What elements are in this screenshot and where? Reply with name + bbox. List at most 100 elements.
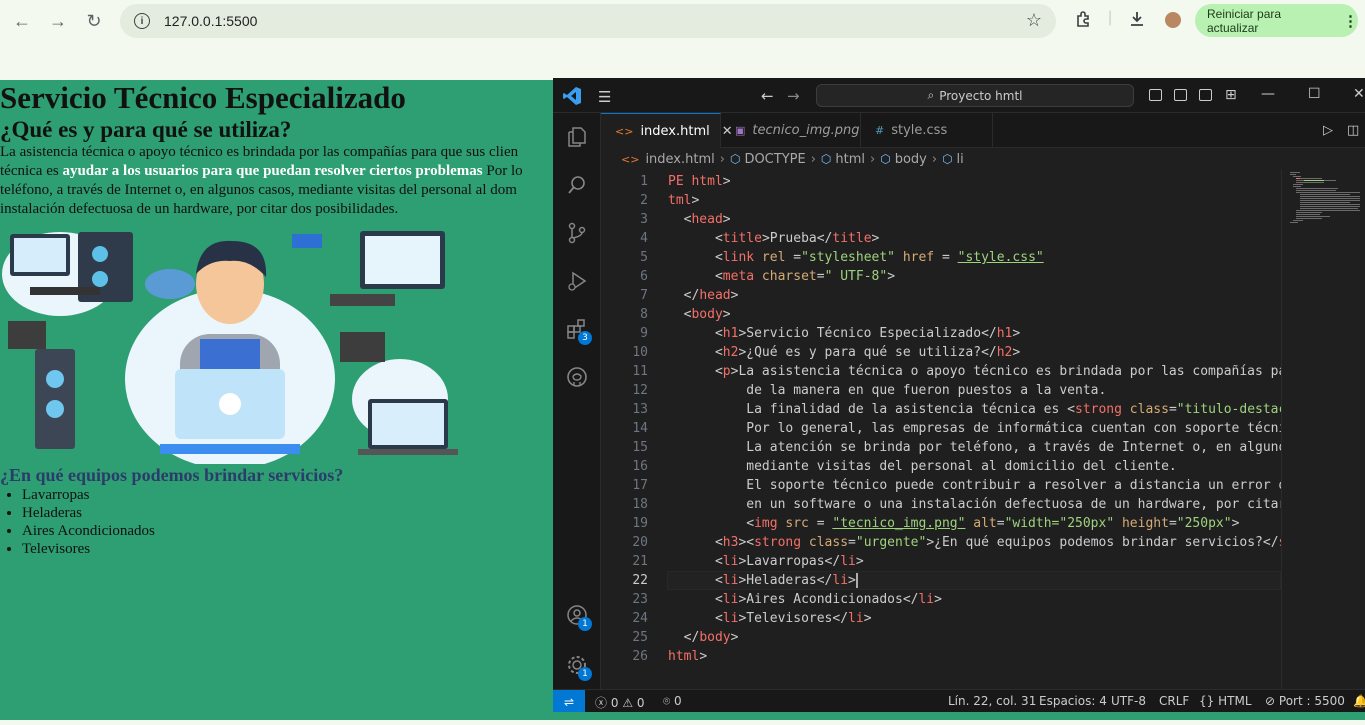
code-line[interactable]: 10 <h2>¿Qué es y para qué se utiliza?</h… xyxy=(601,343,1281,362)
run-debug-icon[interactable] xyxy=(565,269,589,293)
run-file-icon[interactable]: ▷ xyxy=(1323,123,1333,138)
code-token: < xyxy=(668,592,723,607)
code-line[interactable]: 17 El soporte técnico puede contribuir a… xyxy=(601,476,1281,495)
github-icon[interactable] xyxy=(565,365,589,389)
site-info-icon[interactable]: i xyxy=(134,13,150,29)
split-editor-icon[interactable]: ◫ xyxy=(1347,123,1359,138)
code-token: head xyxy=(691,212,723,227)
source-control-icon[interactable] xyxy=(565,221,589,245)
code-line[interactable]: 3 <head> xyxy=(601,210,1281,229)
code-line[interactable]: 12 de la manera en que fueron puestos a … xyxy=(601,381,1281,400)
command-center-search[interactable]: ⌕ Proyecto hmtl xyxy=(816,84,1134,107)
customize-layout-icon[interactable]: ⊞ xyxy=(1225,87,1237,103)
ports-count: 0 xyxy=(674,694,682,708)
menu-hamburger-icon[interactable]: ☰ xyxy=(598,88,611,106)
code-line[interactable]: 16 mediante visitas del personal al domi… xyxy=(601,457,1281,476)
code-line[interactable]: 22 <li>Heladeras</li> xyxy=(601,571,1281,590)
toggle-primary-sidebar-icon[interactable] xyxy=(1149,89,1162,101)
code-line[interactable]: 9 <h1>Servicio Técnico Especializado</h1… xyxy=(601,324,1281,343)
problems-indicator[interactable]: ⓧ 0 ⚠ 0 xyxy=(595,694,645,711)
minimap[interactable] xyxy=(1281,170,1365,689)
line-number: 16 xyxy=(632,459,648,474)
code-line[interactable]: 13 La finalidad de la asistencia técnica… xyxy=(601,400,1281,419)
settings-gear-icon[interactable]: 1 xyxy=(565,653,592,681)
cursor-position[interactable]: Lín. 22, col. 31 xyxy=(948,694,1036,708)
restart-to-update-button[interactable]: Reiniciar para actualizar ⋮ xyxy=(1195,4,1358,37)
forward-arrow-icon[interactable]: → xyxy=(45,8,71,34)
code-token: charset xyxy=(754,269,817,284)
code-line[interactable]: 2 tml> xyxy=(601,191,1281,210)
indentation[interactable]: Espacios: 4 xyxy=(1039,694,1107,708)
close-window-icon[interactable]: ✕ xyxy=(1353,86,1365,102)
remote-indicator-icon[interactable]: ⇌ xyxy=(553,690,585,712)
profile-avatar[interactable] xyxy=(1163,10,1183,30)
breadcrumb-item[interactable]: index.html xyxy=(645,152,714,167)
back-arrow-icon[interactable]: ← xyxy=(9,8,35,34)
line-ending[interactable]: CRLF xyxy=(1159,694,1189,708)
tab-style-css[interactable]: # style.css xyxy=(861,113,993,148)
code-token: = xyxy=(785,250,802,265)
accounts-icon[interactable]: 1 xyxy=(565,603,592,631)
search-icon[interactable] xyxy=(565,173,589,197)
code-token: >< xyxy=(738,535,755,550)
breadcrumb-item[interactable]: li xyxy=(957,152,964,167)
code-line[interactable]: 18 en un software o una instalación defe… xyxy=(601,495,1281,514)
bookmark-star-icon[interactable]: ☆ xyxy=(1026,10,1042,31)
braces-icon: {} xyxy=(1199,694,1215,708)
code-text: <li>Lavarropas</li> xyxy=(668,552,864,571)
code-line[interactable]: 20 <h3><strong class="urgente">¿En qué e… xyxy=(601,533,1281,552)
breadcrumb-item[interactable]: DOCTYPE xyxy=(744,152,805,167)
live-server-port[interactable]: ⊘ Port : 5500 xyxy=(1265,694,1345,708)
code-token: li xyxy=(840,554,856,569)
encoding[interactable]: UTF-8 xyxy=(1111,694,1146,708)
code-token: = xyxy=(996,516,1005,531)
address-bar[interactable]: i 127.0.0.1:5500 ☆ xyxy=(120,4,1056,38)
nav-back-icon[interactable]: ← xyxy=(761,87,774,105)
code-text: El soporte técnico puede contribuir a re… xyxy=(668,476,1281,495)
breadcrumb-item[interactable]: html xyxy=(835,152,865,167)
code-line[interactable]: 14 Por lo general, las empresas de infor… xyxy=(601,419,1281,438)
notifications-bell-icon[interactable]: 🔔 xyxy=(1353,694,1365,708)
code-editor[interactable]: 1 PE html> 2 tml> 3 <head> 4 <title>Prueba</t… xyxy=(601,170,1281,689)
more-vert-icon[interactable]: ⋮ xyxy=(1343,12,1358,30)
search-icon: ⌕ xyxy=(927,88,935,102)
extensions-puzzle-icon[interactable] xyxy=(1075,10,1093,33)
toggle-secondary-sidebar-icon[interactable] xyxy=(1199,89,1212,101)
code-line[interactable]: 5 <link rel ="stylesheet" href = "style.… xyxy=(601,248,1281,267)
code-text: <h3><strong class="urgente">¿En qué equi… xyxy=(668,533,1281,552)
maximize-icon[interactable]: ☐ xyxy=(1308,86,1321,102)
explorer-icon[interactable] xyxy=(565,125,589,149)
code-line[interactable]: 6 <meta charset=" UTF-8"> xyxy=(601,267,1281,286)
minimize-icon[interactable]: — xyxy=(1261,86,1275,102)
code-line[interactable]: 15 La atención se brinda por teléfono, a… xyxy=(601,438,1281,457)
reload-icon[interactable]: ↻ xyxy=(81,8,107,34)
code-line[interactable]: 1 PE html> xyxy=(601,172,1281,191)
code-line[interactable]: 19 <img src = "tecnico_img.png" alt="wid… xyxy=(601,514,1281,533)
language-mode[interactable]: {} HTML xyxy=(1199,694,1252,708)
code-line[interactable]: 25 </body> xyxy=(601,628,1281,647)
code-line[interactable]: 26 html> xyxy=(601,647,1281,666)
nav-forward-icon[interactable]: → xyxy=(787,87,800,105)
tab-index-html[interactable]: <> index.html ✕ xyxy=(601,113,733,148)
extensions-icon[interactable]: 3 xyxy=(565,317,592,345)
code-text: <link rel ="stylesheet" href = "style.cs… xyxy=(668,248,1044,267)
breadcrumb-item[interactable]: body xyxy=(895,152,927,167)
code-line[interactable]: 23 <li>Aires Acondicionados</li> xyxy=(601,590,1281,609)
code-line[interactable]: 8 <body> xyxy=(601,305,1281,324)
code-token: >Televisores</ xyxy=(738,611,849,626)
code-token: > xyxy=(699,649,708,664)
code-line[interactable]: 7 </head> xyxy=(601,286,1281,305)
tab-tecnico-img[interactable]: ▣ tecnico_img.png xyxy=(721,113,861,148)
download-icon[interactable] xyxy=(1128,10,1146,33)
html-file-icon: <> xyxy=(615,124,634,138)
code-line[interactable]: 4 <title>Prueba</title> xyxy=(601,229,1281,248)
tab-label: tecnico_img.png xyxy=(752,123,860,138)
code-token: = xyxy=(1168,516,1177,531)
code-token: >Heladeras</ xyxy=(738,573,833,588)
code-line[interactable]: 21 <li>Lavarropas</li> xyxy=(601,552,1281,571)
toggle-panel-icon[interactable] xyxy=(1174,89,1187,101)
ports-indicator[interactable]: ⌾ 0 xyxy=(663,694,682,709)
code-line[interactable]: 24 <li>Televisores</li> xyxy=(601,609,1281,628)
code-token: h2 xyxy=(996,345,1013,360)
code-line[interactable]: 11 <p>La asistencia técnica o apoyo técn… xyxy=(601,362,1281,381)
